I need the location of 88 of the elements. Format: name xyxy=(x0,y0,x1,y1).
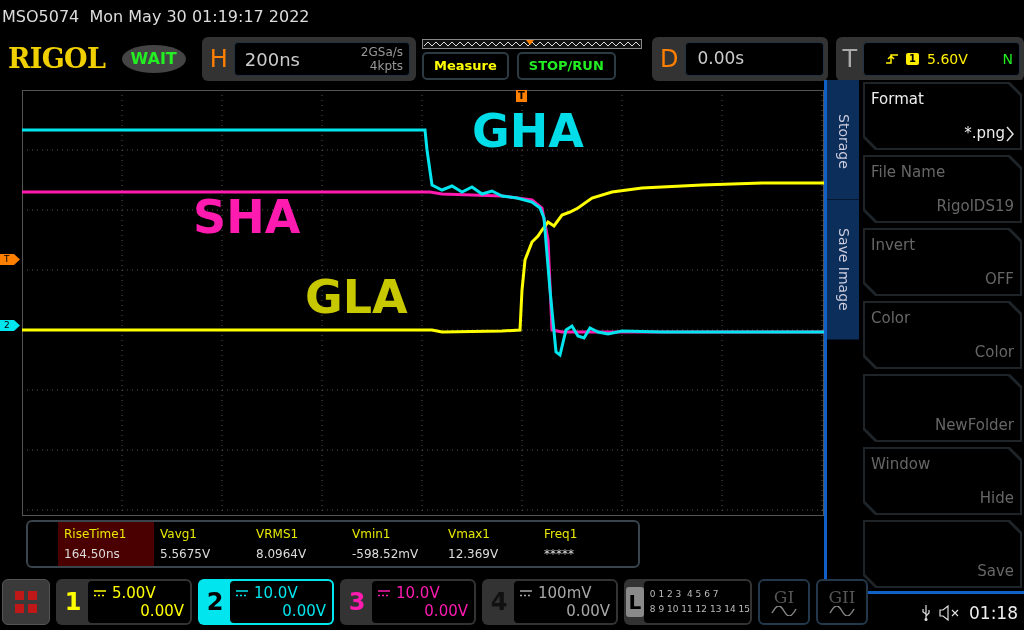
sine-wave-icon xyxy=(829,606,855,616)
measurement-cell[interactable]: Vmax1 12.369V xyxy=(442,522,538,566)
trigger-level-marker: T xyxy=(0,254,20,265)
sine-wave-icon xyxy=(771,606,797,616)
channel-number: 3 xyxy=(347,587,367,618)
measurement-value: 164.50ns xyxy=(64,546,121,563)
measurement-cell[interactable]: Freq1 ***** xyxy=(538,522,634,566)
trigger-position-marker: T xyxy=(516,90,527,102)
softkey-title: Invert xyxy=(871,236,916,254)
timebase-value: 200ns xyxy=(244,47,300,72)
stop-run-button[interactable]: STOP/RUN xyxy=(516,51,616,80)
softkey-value: Save xyxy=(977,560,1014,582)
softkey-title: Color xyxy=(871,309,911,327)
softkey-value: NewFolder xyxy=(934,414,1014,436)
usb-icon xyxy=(921,605,931,622)
memory-bar-icon xyxy=(422,38,643,49)
channel-offset: 0.00V xyxy=(140,602,184,620)
clock-time: 01:18 xyxy=(969,601,1018,625)
measurement-name: Freq1 xyxy=(544,526,579,543)
status-line: MSO5074 Mon May 30 01:19:17 2022 xyxy=(2,6,310,28)
memory-depth: 4kpts xyxy=(369,59,404,73)
channel-scale: 10.0V xyxy=(254,584,298,602)
delay-panel[interactable]: D 0.00s xyxy=(652,37,829,81)
dc-coupling-icon xyxy=(378,589,390,597)
softkey-value: RigolDS19 xyxy=(936,195,1014,217)
run-status: WAIT xyxy=(121,45,186,73)
softkey-value: Color xyxy=(974,341,1014,363)
channel-offset: 0.00V xyxy=(282,602,326,620)
measurement-name: Vmax1 xyxy=(448,526,491,543)
softkey-title: File Name xyxy=(871,163,946,181)
logic-channel-numbers: 8 9 10 11 12 13 14 15 xyxy=(649,603,750,616)
trace-label: GHA xyxy=(472,108,584,154)
rising-edge-icon xyxy=(886,53,899,65)
measurement-value: -598.52mV xyxy=(352,546,420,563)
dc-coupling-icon xyxy=(94,589,106,597)
softkey-value: *.png xyxy=(964,122,1005,144)
measurement-name: RiseTime1 xyxy=(64,526,128,543)
logo: RIGOL xyxy=(8,41,107,76)
logic-label: L xyxy=(626,587,644,617)
channel-offset: 0.00V xyxy=(566,602,610,620)
measurement-name: Vmin1 xyxy=(352,526,392,543)
softkey-value: OFF xyxy=(984,268,1014,290)
channel-number: 2 xyxy=(205,587,225,618)
measurement-name: VRMS1 xyxy=(256,526,300,543)
speaker-muted-icon xyxy=(939,605,961,622)
delay-label: D xyxy=(660,44,679,75)
logic-channel-numbers: 0 1 2 3 4 5 6 7 xyxy=(649,588,720,601)
softkey-title: Window xyxy=(871,455,931,473)
measurement-cell[interactable]: VRMS1 8.0964V xyxy=(250,522,346,566)
sample-rate: 2GSa/s xyxy=(360,45,404,59)
dc-coupling-icon xyxy=(520,589,532,597)
measurement-value: 5.5675V xyxy=(160,546,212,563)
menu-softkey[interactable]: Format *.png xyxy=(863,82,1022,150)
delay-value: 0.00s xyxy=(697,47,745,71)
channel-scale: 5.00V xyxy=(112,584,156,602)
horizontal-label: H xyxy=(209,44,228,75)
measure-button[interactable]: Measure xyxy=(422,51,509,80)
main-menu-button[interactable] xyxy=(2,579,50,625)
chevron-right-icon xyxy=(1006,126,1014,142)
trigger-mode: N xyxy=(1002,49,1013,69)
trigger-source: 1 xyxy=(906,53,920,65)
channel-number: 1 xyxy=(63,587,83,618)
channel-scale: 100mV xyxy=(538,584,592,602)
measurement-value: ***** xyxy=(544,546,575,563)
channel-scale: 10.0V xyxy=(396,584,440,602)
menu-tab[interactable]: Storage xyxy=(827,80,859,200)
channel-marker: 2 xyxy=(0,320,20,331)
softkey-value: Hide xyxy=(979,487,1014,509)
trigger-panel[interactable]: T 1 5.60V N xyxy=(836,37,1024,81)
trigger-voltage: 5.60V xyxy=(927,49,968,69)
softkey-title: Format xyxy=(871,90,924,108)
measurement-name: Vavg1 xyxy=(160,526,198,543)
channel-panel[interactable]: 3 10.0V 0.00V xyxy=(340,579,476,625)
trace-label: SHA xyxy=(193,194,301,240)
measurement-cell[interactable]: RiseTime1 164.50ns xyxy=(58,522,154,566)
measurement-value: 8.0964V xyxy=(256,546,308,563)
timebase-panel[interactable]: H 200ns 2GSa/s 4kpts xyxy=(201,37,417,81)
channel-panel[interactable]: 2 10.0V 0.00V xyxy=(198,579,334,625)
measurement-cell[interactable]: Vavg1 5.5675V xyxy=(154,522,250,566)
channel-offset: 0.00V xyxy=(424,602,468,620)
channel-panel[interactable]: 1 5.00V 0.00V xyxy=(56,579,192,625)
grid-squares-icon xyxy=(15,591,37,613)
dc-coupling-icon xyxy=(236,589,248,597)
measurement-value: 12.369V xyxy=(448,546,500,563)
trigger-label: T xyxy=(842,44,858,75)
measurement-cell[interactable]: Vmin1 -598.52mV xyxy=(346,522,442,566)
menu-tab[interactable]: Save Image xyxy=(827,200,859,340)
trace-label: GLA xyxy=(305,274,408,320)
